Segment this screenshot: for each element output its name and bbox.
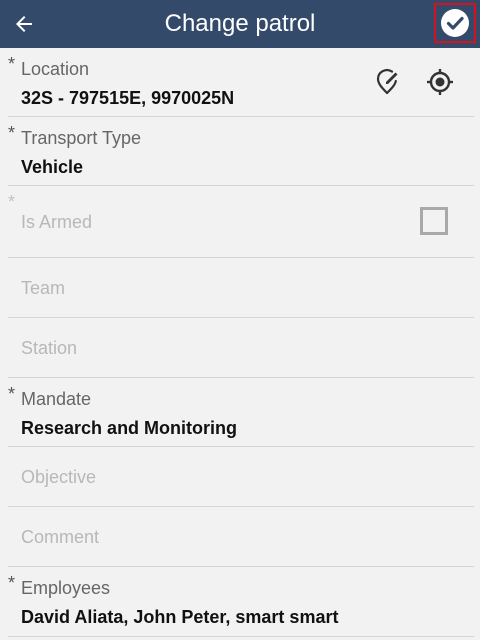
edit-location-icon (376, 68, 398, 95)
station-label: Station (21, 338, 78, 358)
station-field[interactable]: Station (8, 318, 474, 378)
checkmark-circle-icon (441, 9, 469, 37)
required-marker: * (8, 192, 16, 212)
objective-label: Objective (21, 467, 97, 487)
team-field[interactable]: Team (8, 258, 474, 318)
page-title: Change patrol (164, 10, 316, 37)
edit-location-button[interactable] (371, 66, 403, 98)
location-field[interactable]: * Location 32S - 797515E, 9970025N (8, 48, 474, 117)
gps-target-icon (427, 69, 453, 95)
is-armed-field: * Is Armed (8, 186, 474, 258)
mandate-field[interactable]: * Mandate Research and Monitoring (8, 378, 474, 447)
required-marker: * (8, 573, 16, 593)
mandate-label: Mandate (21, 389, 92, 409)
location-value: 32S - 797515E, 9970025N (21, 88, 235, 108)
transport-type-label: Transport Type (21, 128, 142, 148)
gps-locate-button[interactable] (424, 66, 456, 98)
mandate-value: Research and Monitoring (21, 418, 238, 438)
is-armed-label: Is Armed (21, 212, 93, 232)
employees-field[interactable]: * Employees David Aliata, John Peter, sm… (8, 567, 474, 637)
employees-value: David Aliata, John Peter, smart smart (21, 607, 339, 627)
required-marker: * (8, 123, 16, 143)
transport-type-value: Vehicle (21, 157, 84, 177)
employees-label: Employees (21, 578, 111, 598)
comment-field[interactable]: Comment (8, 507, 474, 567)
required-marker: * (8, 54, 16, 74)
transport-type-field[interactable]: * Transport Type Vehicle (8, 117, 474, 186)
objective-field[interactable]: Objective (8, 447, 474, 507)
save-button[interactable] (434, 3, 476, 43)
location-label: Location (21, 59, 90, 79)
required-marker: * (8, 384, 16, 404)
is-armed-checkbox[interactable] (420, 207, 448, 235)
app-bar: Change patrol (0, 0, 480, 48)
team-label: Team (21, 278, 66, 298)
comment-label: Comment (21, 527, 100, 547)
